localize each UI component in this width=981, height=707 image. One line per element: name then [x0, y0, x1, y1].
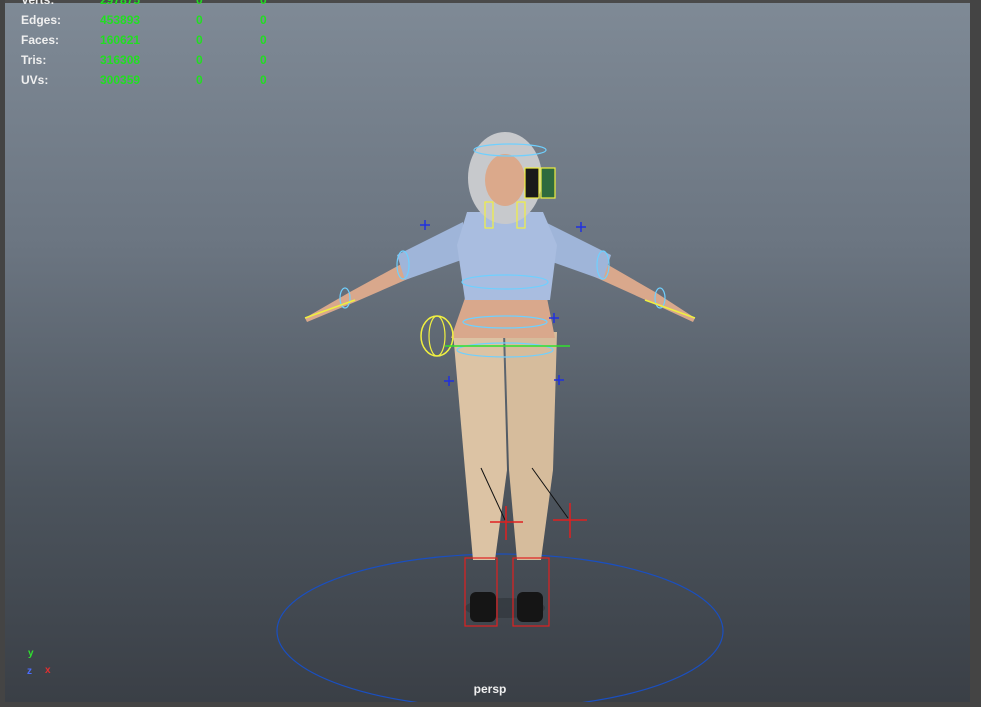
left-shoe[interactable]	[470, 592, 496, 622]
face	[485, 154, 525, 206]
axis-gizmo: y z x	[25, 648, 65, 680]
maya-viewport-persp[interactable]: Verts: 297875 0 0 Edges: 453893 0 0 Face…	[5, 0, 970, 702]
viewport-frame-right	[970, 0, 981, 707]
cog-control-inner[interactable]	[428, 315, 446, 357]
axis-x-label: x	[45, 665, 51, 676]
left-sleeve	[397, 222, 467, 280]
face-control-panel-2[interactable]	[540, 167, 556, 199]
scene-canvas[interactable]	[5, 0, 970, 702]
left-hand-control[interactable]	[304, 299, 356, 319]
camera-name-label: persp	[473, 682, 507, 696]
cog-control[interactable]	[420, 315, 454, 357]
left-hip-locator[interactable]	[444, 376, 454, 386]
right-clavicle-locator[interactable]	[576, 222, 586, 232]
left-clavicle-locator[interactable]	[420, 220, 430, 230]
face-control-panel[interactable]	[524, 167, 540, 199]
viewport-frame-bottom	[0, 702, 981, 707]
right-knee-pole-control[interactable]	[553, 503, 587, 538]
root-control-circle[interactable]	[276, 553, 724, 702]
axis-y-label: y	[28, 648, 34, 659]
right-leg[interactable]	[505, 332, 557, 560]
left-leg[interactable]	[453, 332, 507, 560]
right-shoe[interactable]	[517, 592, 543, 622]
axis-z-label: z	[27, 666, 32, 677]
